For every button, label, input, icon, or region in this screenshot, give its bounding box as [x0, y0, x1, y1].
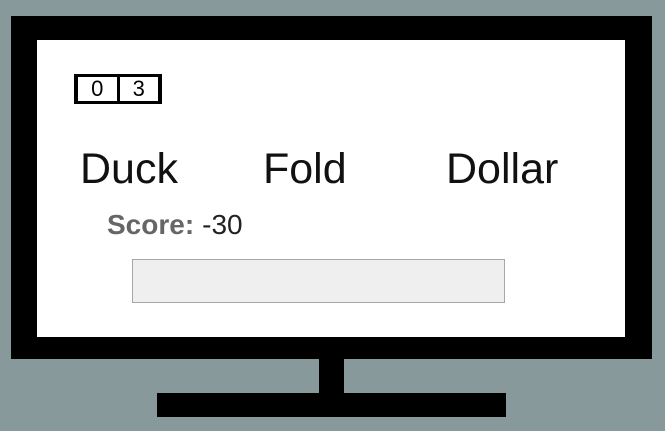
- monitor-frame: 0 3 Duck Fold Dollar Score: -30: [11, 16, 652, 359]
- counter-digit: 0: [78, 77, 117, 101]
- word-3: Dollar: [446, 145, 559, 193]
- monitor-stand-neck: [319, 358, 344, 398]
- score-value: -30: [202, 209, 243, 240]
- score-label: Score:: [107, 209, 195, 240]
- counter-display: 0 3: [74, 74, 162, 104]
- answer-input[interactable]: [132, 259, 505, 303]
- game-screen: 0 3 Duck Fold Dollar Score: -30: [37, 40, 625, 337]
- word-1: Duck: [80, 145, 178, 193]
- score-display: Score: -30: [107, 208, 243, 242]
- word-2: Fold: [263, 145, 347, 193]
- monitor-stand-base: [157, 393, 506, 417]
- counter-digit: 3: [119, 77, 158, 101]
